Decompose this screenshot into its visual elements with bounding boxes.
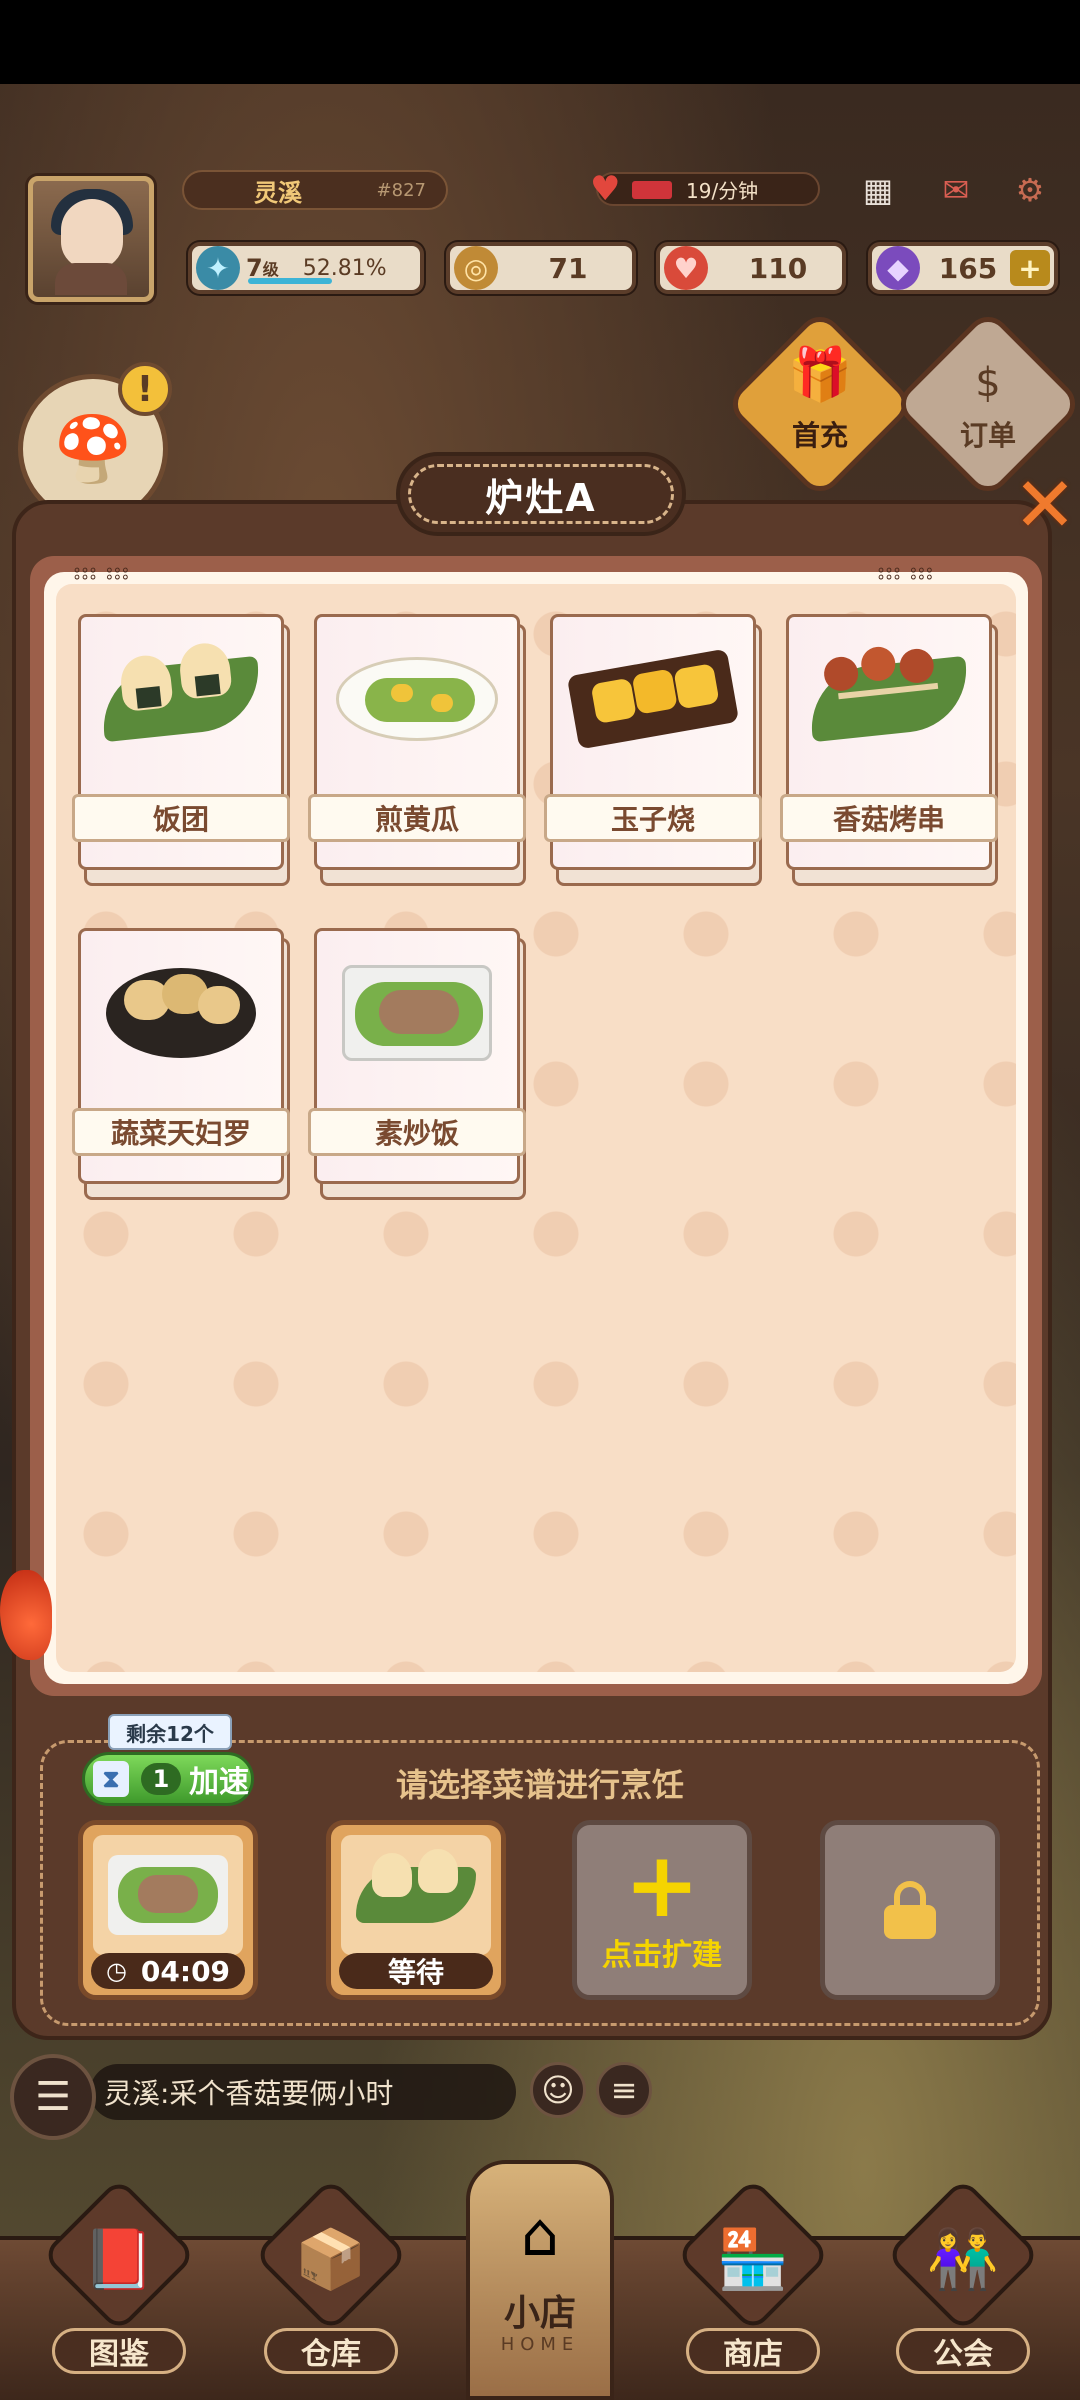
home-sub-label: HOME <box>500 2334 580 2355</box>
recipe-name: 玉子烧 <box>544 794 762 842</box>
recipe-card-tamagoyaki[interactable]: 玉子烧 <box>544 614 762 886</box>
fried-rice-dish-icon <box>336 958 498 1068</box>
exp-progress-bar <box>248 278 332 284</box>
nav-item-collection[interactable]: 📕 图鉴 <box>34 2177 204 2390</box>
gem-icon: ◆ <box>876 246 920 290</box>
onigiri-dish-icon <box>341 1835 491 1955</box>
gem-pill[interactable]: ◆ 165 + <box>868 242 1058 294</box>
first-charge-label: 首充 <box>791 419 848 452</box>
gem-value: 165 <box>938 251 998 285</box>
recipe-name: 蔬菜天妇罗 <box>72 1108 290 1156</box>
nav-item-store[interactable]: 🏪 商店 <box>668 2177 838 2390</box>
emoji-icon[interactable]: ☺ <box>530 2062 586 2118</box>
onigiri-dish-icon <box>97 640 265 754</box>
box-icon: 📦 <box>294 2224 368 2293</box>
nav-label: 仓库 <box>264 2328 398 2374</box>
recipe-card-fried-cucumber[interactable]: 煎黄瓜 <box>308 614 526 886</box>
recipe-name: 煎黄瓜 <box>308 794 526 842</box>
plus-icon: + <box>624 1833 700 1938</box>
expand-label: 点击扩建 <box>602 1938 722 1973</box>
recipe-card-mushroom-skewer[interactable]: 香菇烤串 <box>780 614 998 886</box>
heart-rate-bar <box>632 181 672 199</box>
exp-percent: 52.81% <box>302 255 387 281</box>
level-pill[interactable]: ✦ 7 级 52.81% <box>188 242 424 294</box>
heart-icon: ♥ <box>590 169 621 209</box>
coin-pill[interactable]: ◎ 71 <box>446 242 636 294</box>
binder-rings-right: ⦂⦂⦂ ⦂⦂⦂ <box>878 560 935 584</box>
coin-value: 71 <box>548 251 588 285</box>
level-star-icon: ✦ <box>196 246 240 290</box>
nav-label: 公会 <box>896 2328 1030 2374</box>
recipe-card-tempura[interactable]: 蔬菜天妇罗 <box>72 928 290 1200</box>
book-icon: 📕 <box>82 2224 156 2293</box>
mushroom-skewer-dish-icon <box>805 644 973 754</box>
level-unit: 级 <box>262 260 279 279</box>
heart-rate-pill[interactable]: 19/分钟 <box>596 172 820 206</box>
queue-hint: 请选择菜谱进行烹饪 <box>395 1766 684 1804</box>
recipe-name: 素炒饭 <box>308 1108 526 1156</box>
chat-bubble-icon[interactable]: ☰ <box>10 2054 96 2140</box>
nav-item-guild[interactable]: 👫 公会 <box>878 2177 1048 2390</box>
mail-icon[interactable]: ✉ <box>930 168 982 212</box>
home-label: 小店 <box>503 2293 576 2334</box>
alert-icon: ! <box>118 362 172 416</box>
fried-cucumber-dish-icon <box>336 644 498 754</box>
expand-slot-button[interactable]: + 点击扩建 <box>572 1820 752 2000</box>
player-name: 灵溪 <box>254 178 302 207</box>
add-gem-button[interactable]: + <box>1010 250 1050 286</box>
avatar-body <box>55 263 127 295</box>
heart-pill[interactable]: ♥ 110 <box>656 242 846 294</box>
chat-list-icon[interactable]: ≡ <box>596 2062 652 2118</box>
cook-timer: ◷ 04:09 <box>91 1953 245 1989</box>
order-book-icon: $ <box>975 360 1001 406</box>
recipe-name: 饭团 <box>72 794 290 842</box>
tempura-dish-icon <box>100 958 262 1068</box>
speed-label: 加速 <box>189 1765 249 1800</box>
nav-item-warehouse[interactable]: 📦 仓库 <box>246 2177 416 2390</box>
panel-title: 炉灶A <box>408 464 674 524</box>
heart-value: 110 <box>748 251 808 285</box>
chat-bar[interactable]: 灵溪:采个香菇要俩小时 <box>90 2064 516 2120</box>
fried-rice-dish-icon <box>93 1835 243 1955</box>
lock-icon <box>884 1881 936 1939</box>
shop-icon: 🏪 <box>716 2224 790 2293</box>
nav-label: 商店 <box>686 2328 820 2374</box>
player-name-bar[interactable]: 灵溪 #827 <box>182 170 448 210</box>
calendar-icon[interactable]: ▦ <box>852 168 904 212</box>
tamagoyaki-dish-icon <box>566 644 740 754</box>
panel-title-tab: 炉灶A <box>396 452 686 536</box>
remaining-tag: 剩余12个 <box>108 1714 232 1750</box>
queue-slot-cooking[interactable]: ◷ 04:09 <box>78 1820 258 2000</box>
waiting-label: 等待 <box>339 1953 493 1989</box>
speed-up-button[interactable]: ⧗ 1 加速 <box>82 1752 254 1806</box>
binder-rings-left: ⦂⦂⦂ ⦂⦂⦂ <box>74 560 131 584</box>
speed-count: 1 <box>141 1763 181 1795</box>
house-icon: ⌂ <box>520 2200 560 2270</box>
gift-icon: 🎁 <box>787 345 853 405</box>
heart-currency-icon: ♥ <box>664 246 708 290</box>
close-icon[interactable]: ✕ <box>1010 467 1080 543</box>
locked-slot[interactable] <box>820 1820 1000 2000</box>
heart-rate-text: 19/分钟 <box>686 178 759 203</box>
people-icon: 👫 <box>926 2224 1000 2293</box>
nav-label: 图鉴 <box>52 2328 186 2374</box>
orders-label: 订单 <box>959 419 1016 452</box>
status-bar <box>0 0 1080 84</box>
clock-icon: ◷ <box>105 1957 127 1985</box>
recipe-card-onigiri[interactable]: 饭团 <box>72 614 290 886</box>
queue-slot-waiting[interactable]: 等待 <box>326 1820 506 2000</box>
hourglass-icon: ⧗ <box>93 1761 129 1797</box>
coin-icon: ◎ <box>454 246 498 290</box>
recipe-card-fried-rice[interactable]: 素炒饭 <box>308 928 526 1200</box>
recipe-name: 香菇烤串 <box>780 794 998 842</box>
chat-message: 灵溪:采个香菇要俩小时 <box>104 2077 394 2110</box>
player-id: #827 <box>376 179 426 201</box>
settings-gear-icon[interactable]: ⚙ <box>1004 168 1056 212</box>
timer-value: 04:09 <box>140 1954 231 1988</box>
avatar-face <box>61 199 123 269</box>
nav-item-home-shop[interactable]: ⌂ 小店 HOME <box>466 2160 614 2400</box>
player-avatar[interactable] <box>28 176 154 302</box>
